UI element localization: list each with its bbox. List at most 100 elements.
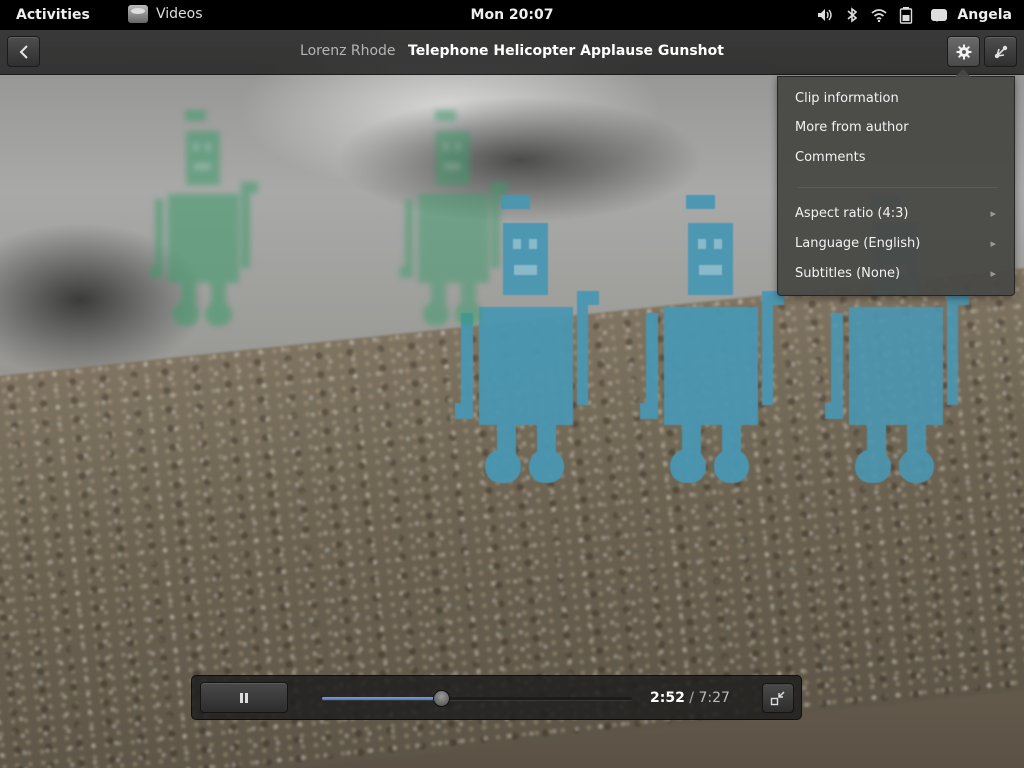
robot-eye — [455, 143, 462, 151]
chevron-left-icon — [19, 44, 28, 59]
robot-body — [849, 307, 944, 425]
menu-item-label: Clip information — [795, 91, 899, 106]
robot-arm — [640, 403, 658, 419]
robot-head — [686, 195, 716, 209]
robot-foot — [455, 300, 482, 326]
robot-arm — [761, 295, 773, 405]
wifi-icon[interactable] — [868, 4, 890, 26]
bluetooth-icon[interactable] — [841, 4, 863, 26]
robot-foot — [205, 300, 232, 326]
gear-icon — [956, 44, 971, 59]
robot-head — [186, 131, 220, 185]
robot-arm — [491, 182, 508, 193]
back-button[interactable] — [7, 36, 40, 67]
current-time: 2:52 — [650, 690, 685, 706]
video-name: Telephone Helicopter Applause Gunshot — [408, 43, 724, 59]
robot-foot — [422, 300, 450, 326]
robot-head — [688, 223, 733, 295]
chat-status-icon — [931, 9, 948, 22]
menu-item-label: Subtitles (None) — [795, 266, 901, 281]
robot-arm — [404, 198, 414, 277]
robot-arm — [241, 185, 250, 268]
time-display: 2:52 / 7:27 — [650, 690, 730, 706]
robot-foot — [528, 449, 564, 483]
video-title: Lorenz Rhode Telephone Helicopter Applau… — [0, 43, 1024, 59]
time-separator: / — [689, 690, 694, 706]
submenu-arrow-icon: ▸ — [990, 207, 996, 220]
robot-mouth — [514, 265, 537, 275]
robot-foot — [855, 449, 891, 483]
top-bar: Activities Videos Mon 20:07 Angela — [0, 0, 1024, 30]
videos-app-icon — [128, 5, 148, 23]
video-author[interactable]: Lorenz Rhode — [300, 43, 396, 59]
robot-arm — [825, 403, 843, 419]
robot-arm — [646, 313, 658, 417]
robot-eye — [193, 143, 200, 151]
robot-arm — [400, 266, 414, 278]
seek-bar[interactable] — [322, 690, 632, 707]
menu-separator — [798, 187, 998, 188]
robot-foot — [485, 449, 521, 483]
clock[interactable]: Mon 20:07 — [471, 7, 554, 23]
battery-icon[interactable] — [895, 4, 917, 26]
robot-arm — [241, 182, 258, 193]
robot-foot — [898, 449, 934, 483]
user-menu[interactable]: Angela — [931, 7, 1012, 23]
robot-body — [664, 307, 759, 425]
robot-body — [479, 307, 574, 425]
robot-eye — [713, 239, 722, 249]
menu-item-comments[interactable]: Comments — [778, 144, 1014, 172]
pause-icon — [240, 692, 248, 703]
unfullscreen-button[interactable] — [762, 683, 794, 713]
settings-button[interactable] — [947, 36, 980, 67]
robot-arm — [455, 403, 473, 419]
share-icon — [994, 45, 1007, 58]
robot-eye — [512, 239, 521, 249]
seek-handle[interactable] — [433, 690, 451, 707]
leave-fullscreen-icon — [770, 691, 785, 706]
menu-item-label: Comments — [795, 150, 866, 165]
robot-foot — [670, 449, 706, 483]
app-menu[interactable]: Videos — [128, 5, 203, 23]
robot-body — [168, 194, 239, 283]
robot-head — [184, 110, 207, 121]
robot-foot — [713, 449, 749, 483]
volume-icon[interactable] — [814, 4, 836, 26]
activities-button[interactable]: Activities — [16, 7, 90, 23]
robot-arm — [831, 313, 843, 417]
pause-button[interactable] — [200, 682, 288, 713]
menu-item-aspect-ratio[interactable]: Aspect ratio (4:3) ▸ — [778, 200, 1014, 228]
status-area: Angela — [809, 4, 1024, 26]
menu-item-language[interactable]: Language (English) ▸ — [778, 230, 1014, 258]
robot-head — [503, 223, 548, 295]
menu-item-label: Language (English) — [795, 236, 921, 251]
menu-item-clip-information[interactable]: Clip information — [778, 85, 1014, 113]
app-name: Videos — [156, 6, 203, 22]
menu-item-subtitles[interactable]: Subtitles (None) ▸ — [778, 260, 1014, 288]
robot-mouth — [444, 162, 462, 170]
playback-controls: 2:52 / 7:27 — [191, 675, 802, 720]
share-button[interactable] — [984, 36, 1017, 67]
robot-arm — [150, 266, 164, 278]
robot-mouth — [194, 162, 212, 170]
header-bar: Lorenz Rhode Telephone Helicopter Applau… — [0, 30, 1024, 75]
submenu-arrow-icon: ▸ — [990, 237, 996, 250]
robot-foot — [172, 300, 200, 326]
robot-arm — [154, 198, 164, 277]
robot-eye — [528, 239, 537, 249]
menu-item-more-from-author[interactable]: More from author — [778, 114, 1014, 142]
robot-head — [436, 131, 470, 185]
total-time: 7:27 — [698, 690, 730, 706]
robot-eye — [205, 143, 212, 151]
robot-arm — [576, 295, 588, 405]
robot-arm — [491, 185, 500, 268]
submenu-arrow-icon: ▸ — [990, 267, 996, 280]
settings-popup-menu: Clip information More from author Commen… — [777, 69, 1015, 296]
robot-eye — [697, 239, 706, 249]
user-name: Angela — [957, 7, 1012, 23]
robot-arm — [461, 313, 473, 417]
robot-arm — [946, 295, 958, 405]
seek-progress — [322, 697, 442, 700]
robot-eye — [443, 143, 450, 151]
robot-body — [418, 194, 489, 283]
